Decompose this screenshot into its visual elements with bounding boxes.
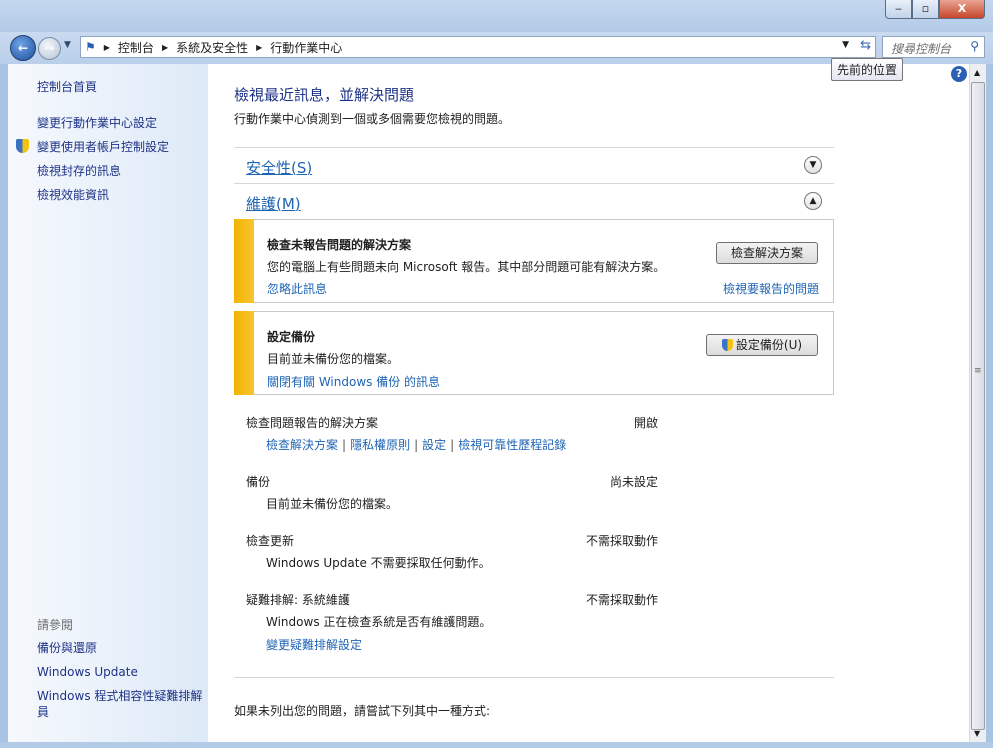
address-bar[interactable]: ⚑ ▶ 控制台 ▶ 系統及安全性 ▶ 行動作業中心 ▼ ⇆ (80, 36, 876, 58)
section-security[interactable]: 安全性(S) ▼ (234, 147, 834, 183)
uac-shield-icon (16, 139, 29, 153)
check-solutions-link[interactable]: 檢查解決方案 (266, 438, 338, 452)
help-icon[interactable]: ? (951, 66, 967, 82)
grip-icon: ≡ (974, 366, 982, 376)
troubleshooting-settings-link[interactable]: 變更疑難排解設定 (266, 636, 362, 653)
scroll-up-icon[interactable]: ▲ (974, 68, 980, 77)
warning-bar (234, 219, 254, 303)
turn-off-backup-messages-link[interactable]: 關閉有關 Windows 備份 的訊息 (267, 373, 440, 390)
section-maintenance-label[interactable]: 維護(M) (246, 193, 301, 214)
row-label: 備份 (246, 475, 271, 489)
row-label: 檢查更新 (246, 534, 295, 548)
row-links: 檢查解決方案 | 隱私權原則 | 設定 | 檢視可靠性歷程記錄 (266, 438, 567, 452)
scroll-down-icon[interactable]: ▼ (974, 729, 980, 738)
ignore-message-link[interactable]: 忽略此訊息 (267, 280, 327, 297)
breadcrumb-control-panel[interactable]: 控制台 (118, 39, 154, 56)
sidebar-link-archived-messages[interactable]: 檢視封存的訊息 (37, 163, 121, 179)
message-card-solutions: 檢查未報告問題的解決方案 您的電腦上有些問題未向 Microsoft 報告。其中… (234, 219, 834, 303)
intro-text: 行動作業中心偵測到一個或多個需要您檢視的問題。 (234, 112, 511, 126)
breadcrumb-system-security[interactable]: 系統及安全性 (176, 39, 248, 56)
check-solutions-button[interactable]: 檢查解決方案 (716, 242, 818, 264)
view-problems-link[interactable]: 檢視要報告的問題 (723, 280, 819, 297)
tooltip: 先前的位置 (831, 58, 904, 81)
refresh-icon[interactable]: ⇆ (860, 38, 871, 53)
set-up-backup-button[interactable]: 設定備份(U) (706, 334, 818, 356)
close-button[interactable]: X (939, 0, 985, 19)
card-heading: 設定備份 (267, 330, 316, 344)
scrollbar-thumb[interactable] (971, 82, 985, 730)
row-status: 不需採取動作 (585, 593, 658, 607)
sidebar-link-performance[interactable]: 檢視效能資訊 (37, 187, 109, 203)
message-card-backup: 設定備份 目前並未備份您的檔案。 關閉有關 Windows 備份 的訊息 設定備… (234, 311, 834, 395)
row-detail: Windows 正在檢查系統是否有維護問題。 (266, 615, 492, 629)
chevron-up-icon[interactable]: ▲ (804, 192, 822, 210)
sidebar-link-uac-settings[interactable]: 變更使用者帳戶控制設定 (37, 139, 169, 155)
window-frame (0, 742, 993, 748)
button-label: 設定備份(U) (735, 338, 803, 352)
row-label: 檢查問題報告的解決方案 (246, 416, 379, 430)
section-security-label[interactable]: 安全性(S) (246, 157, 312, 178)
sidebar: 控制台首頁 變更行動作業中心設定 變更使用者帳戶控制設定 檢視封存的訊息 檢視效… (8, 64, 208, 742)
settings-link[interactable]: 設定 (422, 438, 446, 452)
vertical-scrollbar[interactable]: ▲ ≡ ▼ (969, 64, 986, 742)
row-status: 不需採取動作 (585, 534, 658, 548)
card-description: 目前並未備份您的檔案。 (267, 352, 400, 366)
row-status: 開啟 (633, 416, 658, 430)
chevron-down-icon[interactable]: ▼ (804, 156, 822, 174)
row-detail: 目前並未備份您的檔案。 (266, 497, 399, 511)
maximize-button[interactable]: ▫ (912, 0, 939, 19)
chevron-right-icon[interactable]: ▶ (104, 43, 110, 52)
sidebar-link-windows-update[interactable]: Windows Update (37, 664, 138, 680)
chevron-right-icon[interactable]: ▶ (256, 43, 262, 52)
title-bar: ‒ ▫ X (0, 0, 993, 32)
back-button[interactable]: ← (10, 35, 36, 61)
page-title: 檢視最近訊息，並解決問題 (234, 86, 415, 104)
section-maintenance[interactable]: 維護(M) ▲ (234, 183, 834, 219)
search-input[interactable]: 搜尋控制台 ⚲ (882, 36, 985, 58)
minimize-button[interactable]: ‒ (885, 0, 912, 19)
sidebar-link-backup-restore[interactable]: 備份與還原 (37, 640, 97, 656)
see-also-heading: 請參閱 (37, 618, 74, 632)
row-label: 疑難排解: 系統維護 (246, 593, 350, 607)
uac-shield-icon (721, 339, 733, 351)
forward-button[interactable]: → (38, 37, 61, 60)
reliability-history-link[interactable]: 檢視可靠性歷程記錄 (458, 438, 566, 452)
footer-text: 如果未列出您的問題，請嘗試下列其中一種方式: (234, 704, 491, 718)
warning-bar (234, 311, 254, 395)
chevron-right-icon[interactable]: ▶ (162, 43, 168, 52)
sidebar-link-home[interactable]: 控制台首頁 (37, 79, 97, 95)
sidebar-link-compat-troubleshooter[interactable]: Windows 程式相容性疑難排解員 (37, 688, 207, 720)
search-placeholder: 搜尋控制台 (891, 42, 952, 56)
address-dropdown-button[interactable]: ▼ (842, 40, 849, 50)
recent-pages-dropdown[interactable]: ▼ (64, 40, 71, 50)
search-icon[interactable]: ⚲ (970, 39, 979, 53)
privacy-policy-link[interactable]: 隱私權原則 (350, 438, 410, 452)
flag-icon: ⚑ (85, 40, 96, 54)
card-heading: 檢查未報告問題的解決方案 (267, 238, 412, 252)
main-content: 檢視最近訊息，並解決問題 行動作業中心偵測到一個或多個需要您檢視的問題。 安全性… (208, 64, 969, 742)
sidebar-link-action-center-settings[interactable]: 變更行動作業中心設定 (37, 115, 157, 131)
row-detail: Windows Update 不需要採取任何動作。 (266, 556, 491, 570)
row-status: 尚未設定 (609, 475, 658, 489)
breadcrumb-action-center[interactable]: 行動作業中心 (270, 39, 342, 56)
card-description: 您的電腦上有些問題未向 Microsoft 報告。其中部分問題可能有解決方案。 (267, 260, 666, 274)
divider (234, 677, 834, 678)
